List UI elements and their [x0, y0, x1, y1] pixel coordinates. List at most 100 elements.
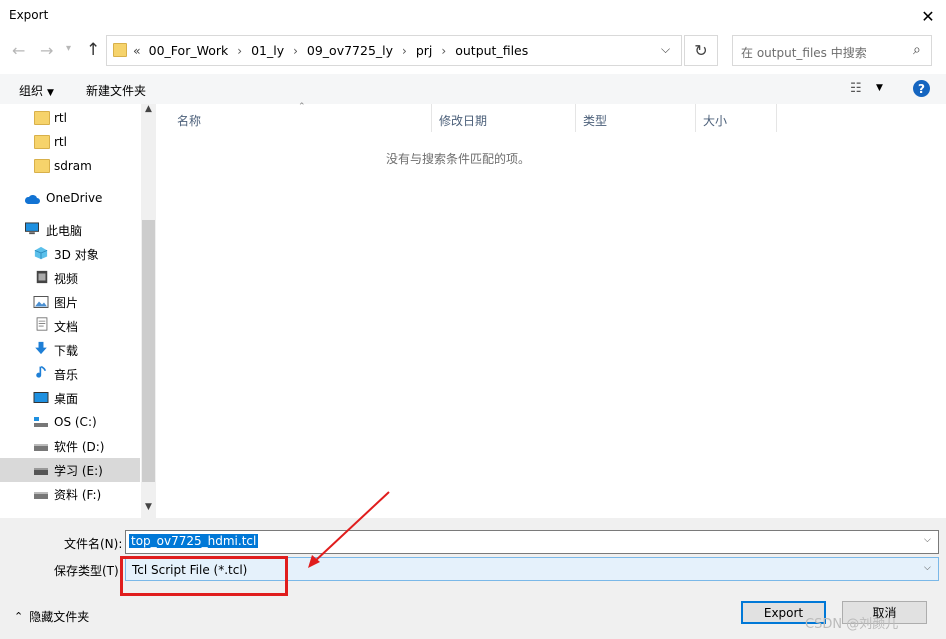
sidebar-item-label: OS (C:) — [54, 415, 97, 429]
column-header-name[interactable]: 名称 — [162, 104, 432, 132]
help-icon[interactable]: ? — [913, 80, 930, 97]
view-options-icon[interactable]: ☷ — [850, 81, 862, 96]
annotation-highlight-box — [120, 556, 288, 596]
sidebar-item-label: 音乐 — [54, 367, 79, 382]
download-icon — [35, 341, 47, 355]
breadcrumb-item[interactable]: 09_ov7725_ly — [307, 43, 393, 58]
refresh-button[interactable]: ↻ — [684, 35, 718, 66]
sidebar-item-sdram[interactable]: sdram — [0, 154, 140, 178]
column-header-label: 名称 — [177, 114, 202, 128]
chevron-right-icon[interactable]: › — [441, 44, 446, 58]
sidebar-item-pictures[interactable]: 图片 — [0, 290, 140, 314]
filename-label: 文件名(N): — [64, 537, 123, 551]
forward-button[interactable]: → — [40, 41, 53, 60]
drive-icon — [34, 444, 48, 451]
column-header-label: 大小 — [703, 114, 728, 128]
sidebar-item-label: 此电脑 — [46, 223, 83, 238]
sidebar-item-label: rtl — [54, 135, 67, 149]
back-arrow-icon: ← — [12, 41, 26, 60]
breadcrumb-item[interactable]: output_files — [455, 43, 528, 58]
recent-locations-button[interactable]: ▾ — [66, 43, 71, 54]
sidebar-item-desktop[interactable]: 桌面 — [0, 386, 140, 410]
sidebar-item-label: 文档 — [54, 319, 79, 334]
breadcrumb-item[interactable]: 01_ly — [251, 43, 284, 58]
breadcrumb-item[interactable]: prj — [416, 43, 433, 58]
search-icon: ⌕ — [913, 42, 921, 58]
scroll-up-icon[interactable]: ▲ — [141, 104, 156, 120]
close-icon: ✕ — [921, 6, 935, 26]
column-header-row: 名称 ⌃ 修改日期 类型 大小 — [162, 102, 946, 132]
search-input[interactable]: 在 output_files 中搜索 ⌕ — [732, 35, 932, 66]
sidebar-item-onedrive[interactable]: OneDrive — [0, 186, 140, 210]
column-header-label: 修改日期 — [439, 114, 488, 128]
organize-label: 组织 — [19, 84, 44, 98]
sort-ascending-icon: ⌃ — [298, 102, 306, 112]
back-button[interactable]: ← — [12, 41, 25, 60]
up-button[interactable]: ↑ — [86, 40, 100, 60]
chevron-down-icon[interactable]: ⌵ — [924, 535, 931, 545]
chevron-down-icon: ▾ — [66, 43, 72, 54]
sidebar-item-this-pc[interactable]: 此电脑 — [0, 218, 140, 242]
sidebar-item-label: 桌面 — [54, 391, 79, 406]
caret-down-icon[interactable]: ▼ — [876, 83, 883, 93]
empty-list-message: 没有与搜索条件匹配的项。 — [385, 152, 530, 166]
cube-icon — [34, 246, 48, 260]
hide-folders-toggle[interactable]: ⌃ 隐藏文件夹 — [14, 608, 89, 625]
hide-folders-label: 隐藏文件夹 — [29, 610, 90, 624]
column-header-date[interactable]: 修改日期 — [432, 104, 576, 132]
sidebar-item-label: 3D 对象 — [54, 247, 99, 262]
column-header-size[interactable]: 大小 — [696, 104, 777, 132]
sidebar-item-label: 下载 — [54, 343, 79, 358]
column-header-type[interactable]: 类型 — [576, 104, 696, 132]
sidebar-item-label: 视频 — [54, 271, 79, 286]
sidebar-item-software-d[interactable]: 软件 (D:) — [0, 434, 140, 458]
new-folder-button[interactable]: 新建文件夹 — [86, 82, 146, 99]
sidebar-item-label: 图片 — [54, 295, 79, 310]
close-button[interactable]: ✕ — [912, 2, 944, 30]
breadcrumb-item[interactable]: 00_For_Work — [149, 43, 229, 58]
sidebar-item-3d-objects[interactable]: 3D 对象 — [0, 242, 140, 266]
search-placeholder: 在 output_files 中搜索 — [741, 46, 867, 60]
video-icon — [36, 270, 48, 284]
filename-field[interactable]: top_ov7725_hdmi.tcl ⌵ — [125, 530, 939, 554]
sidebar-item-label: OneDrive — [46, 191, 103, 205]
sidebar-item-rtl[interactable]: rtl — [0, 130, 140, 154]
up-arrow-icon: ↑ — [86, 40, 101, 60]
folder-icon — [113, 43, 127, 57]
sidebar-item-label: 资料 (F:) — [54, 487, 102, 502]
chevron-right-icon[interactable]: › — [402, 44, 407, 58]
sidebar-item-materials-f[interactable]: 资料 (F:) — [0, 482, 140, 506]
address-dropdown-icon[interactable]: ⌵ — [661, 42, 670, 57]
scroll-down-icon[interactable]: ▼ — [141, 502, 156, 518]
forward-arrow-icon: → — [40, 41, 54, 60]
chevron-down-icon[interactable]: ⌵ — [924, 563, 931, 573]
sidebar-item-study-e[interactable]: 学习 (E:) — [0, 458, 140, 482]
folder-icon — [34, 159, 50, 173]
filename-value: top_ov7725_hdmi.tcl — [129, 534, 259, 548]
folder-icon — [34, 111, 50, 125]
refresh-icon: ↻ — [694, 41, 708, 60]
filetype-label: 保存类型(T): — [54, 564, 123, 578]
sidebar-item-videos[interactable]: 视频 — [0, 266, 140, 290]
chevron-right-icon[interactable]: › — [293, 44, 298, 58]
folder-icon — [34, 135, 50, 149]
column-header-label: 类型 — [583, 114, 608, 128]
organize-button[interactable]: 组织 ▼ — [19, 82, 54, 99]
sidebar-item-downloads[interactable]: 下载 — [0, 338, 140, 362]
drive-icon — [34, 492, 48, 499]
sidebar-scroll-thumb[interactable] — [142, 220, 155, 482]
drive-icon — [34, 468, 48, 475]
chevron-right-icon[interactable]: › — [237, 44, 242, 58]
sidebar-item-documents[interactable]: 文档 — [0, 314, 140, 338]
sidebar-item-label: 软件 (D:) — [54, 439, 105, 454]
sidebar-item-music[interactable]: 音乐 — [0, 362, 140, 386]
chevron-up-icon: ⌃ — [14, 610, 24, 623]
sidebar-item-os-c[interactable]: OS (C:) — [0, 410, 140, 434]
picture-icon — [33, 296, 49, 308]
music-icon — [36, 365, 47, 378]
sidebar-item-label: 学习 (E:) — [54, 463, 103, 478]
sidebar-item-rtl[interactable]: rtl — [0, 106, 140, 130]
breadcrumb-overflow[interactable]: « — [133, 43, 141, 58]
desktop-icon — [33, 392, 49, 403]
address-bar[interactable]: « 00_For_Work › 01_ly › 09_ov7725_ly › p… — [106, 35, 682, 66]
